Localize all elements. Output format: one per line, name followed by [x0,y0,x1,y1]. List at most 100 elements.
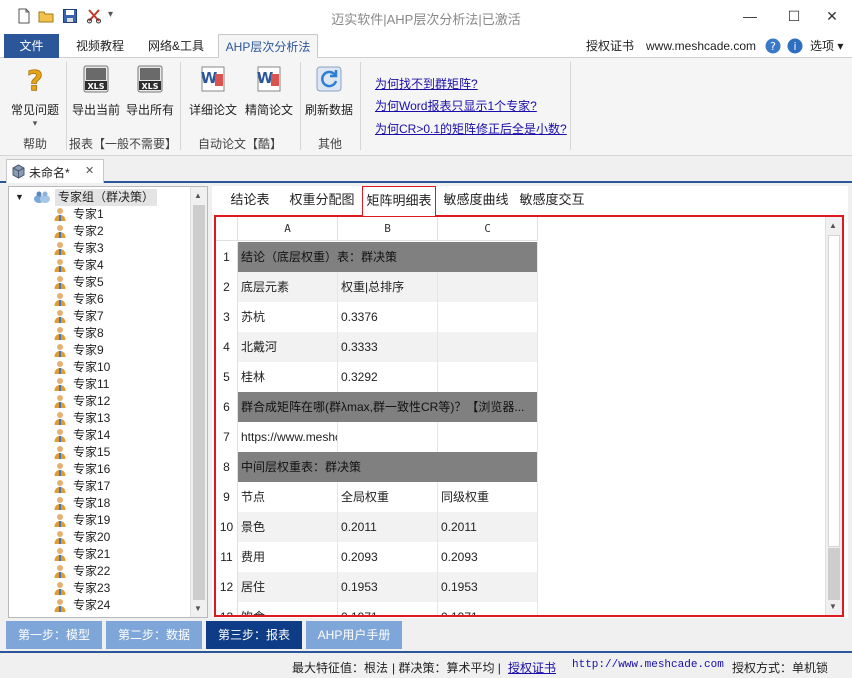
tree-item[interactable]: 专家13 [53,410,183,427]
grid-section-header[interactable]: 群合成矩阵在哪(群λmax,群一致性CR等)？【浏览器... [238,392,538,422]
tab-sensitivity-interactive[interactable]: 敏感度交互 [516,186,588,214]
tree-item[interactable]: 专家14 [53,427,183,444]
grid-cell[interactable]: 权重|总排序 [338,272,438,302]
grid-cell[interactable]: 节点 [238,482,338,512]
options-menu[interactable]: 选项 ▾ [810,34,843,58]
grid-cell[interactable] [438,272,538,302]
tree-scrollbar[interactable]: ▲ ▼ [190,187,207,617]
grid-scrollbar[interactable]: ▲ ▼ [825,217,842,615]
maximize-button[interactable]: ☐ [774,4,814,28]
tree-item[interactable]: 专家7 [53,308,183,325]
site-menu[interactable]: www.meshcade.com [646,34,756,58]
row-number[interactable]: 2 [216,272,238,302]
column-header-b[interactable]: B [338,217,438,241]
faq-button[interactable]: ? 常见问题 ▾ [10,64,60,129]
tab-conclusion[interactable]: 结论表 [220,186,280,214]
grid-cell[interactable]: https://www.meshcade.com/news/ahp1/ [238,422,338,452]
tree-item[interactable]: 专家2 [53,223,183,240]
document-tab[interactable]: 未命名* ✕ [6,159,104,183]
grid-cell[interactable]: 同级权重 [438,482,538,512]
tree-item[interactable]: 专家4 [53,257,183,274]
tree-item[interactable]: 专家9 [53,342,183,359]
grid-cell[interactable]: 0.2093 [338,542,438,572]
grid-cell[interactable]: 费用 [238,542,338,572]
tree-scroll-thumb[interactable] [193,205,205,600]
grid-cell[interactable]: 全局权重 [338,482,438,512]
close-tab-icon[interactable]: ✕ [85,164,94,177]
row-number[interactable]: 13 [216,602,238,615]
scroll-down-icon[interactable]: ▼ [194,604,202,613]
tree-item[interactable]: 专家23 [53,580,183,597]
scroll-up-icon[interactable]: ▲ [829,221,837,230]
tab-sensitivity-curve[interactable]: 敏感度曲线 [440,186,512,214]
info-icon[interactable]: i [787,38,803,54]
grid-scroll-track[interactable] [828,548,840,600]
faq-link-word-report[interactable]: 为何Word报表只显示1个专家? [375,97,537,114]
tree-item[interactable]: 专家20 [53,529,183,546]
grid-cell[interactable]: 0.1971 [438,602,538,615]
scroll-down-icon[interactable]: ▼ [829,602,837,611]
grid-cell[interactable]: 饮食 [238,602,338,615]
row-number[interactable]: 5 [216,362,238,392]
license-menu[interactable]: 授权证书 [586,34,634,58]
row-number[interactable]: 8 [216,452,238,482]
status-license-link[interactable]: 授权证书 [508,659,556,676]
grid-cell[interactable]: 0.1953 [438,572,538,602]
help-icon[interactable]: ? [765,38,781,54]
tab-network[interactable]: 网络&工具 [142,34,210,58]
row-number[interactable]: 9 [216,482,238,512]
tab-weight-chart[interactable]: 权重分配图 [286,186,358,214]
tree-item[interactable]: 专家11 [53,376,183,393]
row-number[interactable]: 10 [216,512,238,542]
tab-matrix-detail[interactable]: 矩阵明细表 [362,186,436,216]
grid-cell[interactable]: 0.1953 [338,572,438,602]
grid-cell[interactable]: 0.1971 [338,602,438,615]
grid-cell[interactable]: 0.3292 [338,362,438,392]
tree-item[interactable]: 专家24 [53,597,183,614]
faq-link-cr-matrix[interactable]: 为何CR>0.1的矩阵修正后全是小数? [375,120,567,137]
scroll-up-icon[interactable]: ▲ [194,191,202,200]
row-number[interactable]: 11 [216,542,238,572]
step-model[interactable]: 第一步：模型 [6,621,102,649]
close-button[interactable]: ✕ [812,4,852,28]
tree-item[interactable]: 专家15 [53,444,183,461]
step-report[interactable]: 第三步：报表 [206,621,302,649]
minimize-button[interactable]: — [730,4,770,28]
tree-item[interactable]: 专家12 [53,393,183,410]
tree-item[interactable]: 专家18 [53,495,183,512]
faq-link-group-matrix[interactable]: 为何找不到群矩阵? [375,75,478,92]
collapse-icon[interactable]: ▼ [15,189,24,206]
export-all-button[interactable]: XLS 导出所有 [124,64,176,118]
grid-cell[interactable]: 景色 [238,512,338,542]
refresh-button[interactable]: 刷新数据 [304,64,354,118]
status-url[interactable]: http://www.meshcade.com [572,659,724,671]
row-number[interactable]: 12 [216,572,238,602]
tree-item[interactable]: 专家17 [53,478,183,495]
tree-item[interactable]: 专家16 [53,461,183,478]
tree-item[interactable]: 专家6 [53,291,183,308]
row-number[interactable]: 4 [216,332,238,362]
grid-cell[interactable]: 苏杭 [238,302,338,332]
grid-scroll-thumb[interactable] [828,235,840,547]
tree-item[interactable]: 专家5 [53,274,183,291]
row-number[interactable]: 6 [216,392,238,422]
grid-cell[interactable]: 0.2011 [338,512,438,542]
grid-cell[interactable]: 桂林 [238,362,338,392]
grid-section-header[interactable]: 中间层权重表：群决策 [238,452,538,482]
grid-cell[interactable] [438,332,538,362]
grid-cell[interactable]: 底层元素 [238,272,338,302]
grid-section-header[interactable]: 结论（底层权重）表：群决策 [238,242,538,272]
grid-cell[interactable]: 0.3333 [338,332,438,362]
row-number[interactable]: 3 [216,302,238,332]
tree-item[interactable]: 专家1 [53,206,183,223]
grid-cell[interactable]: 居住 [238,572,338,602]
grid-cell[interactable] [438,302,538,332]
grid-cell[interactable]: 0.3376 [338,302,438,332]
detail-paper-button[interactable]: W 详细论文 [186,64,240,118]
grid-cell[interactable]: 0.2093 [438,542,538,572]
tree-item[interactable]: 专家21 [53,546,183,563]
concise-paper-button[interactable]: W 精简论文 [242,64,296,118]
grid-cell[interactable]: 0.2011 [438,512,538,542]
grid-cell[interactable] [338,422,438,452]
column-header-c[interactable]: C [438,217,538,241]
